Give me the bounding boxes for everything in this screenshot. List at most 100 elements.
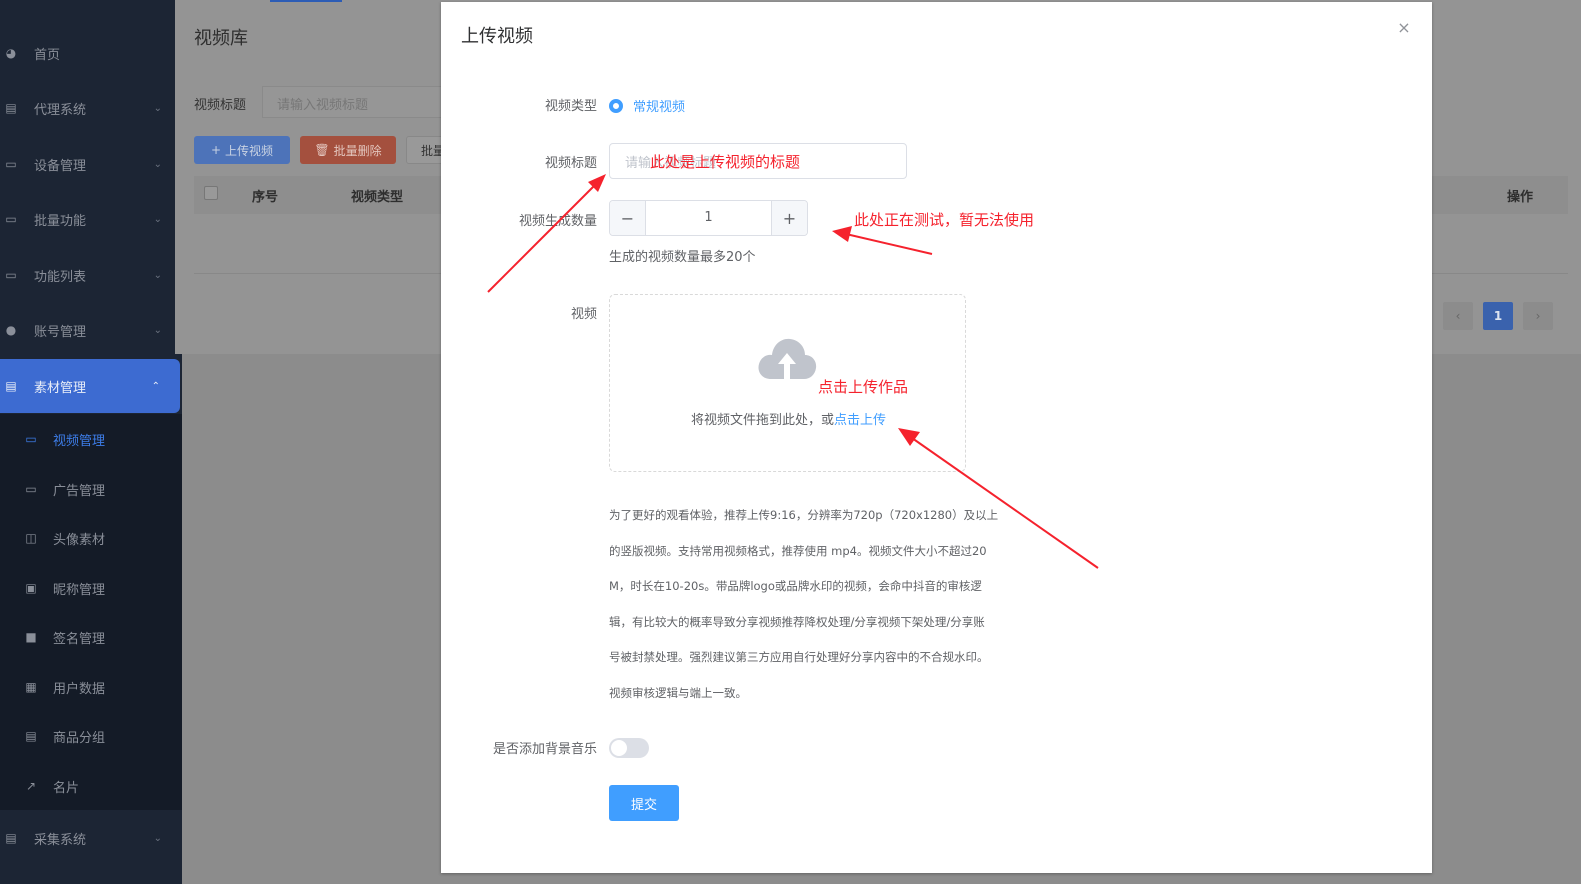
- video-label: 视频: [570, 307, 597, 322]
- dialog-title: 上传视频: [461, 26, 533, 47]
- decrement-button[interactable]: −: [610, 201, 646, 235]
- video-count-stepper[interactable]: − 1 +: [609, 200, 808, 236]
- sidebar-item-label: 账号管理: [34, 324, 87, 340]
- book-icon: ◫: [25, 531, 37, 545]
- video-type-label: 视频类型: [544, 99, 597, 114]
- tab-indicator: [270, 0, 342, 2]
- upload-video-button[interactable]: + 上传视频: [194, 136, 290, 164]
- text-box-icon: ■: [25, 630, 37, 644]
- sidebar-item-label: 采集系统: [34, 832, 87, 848]
- video-count-label: 视频生成数量: [518, 214, 597, 229]
- sidebar: ◕ 首页 ▤ 代理系统 ⌄ ▭ 设备管理 ⌄ ▭ 批量功能 ⌄ ▭ 功能列表 ⌄…: [0, 0, 182, 884]
- filter-label: 视频标题: [194, 98, 247, 113]
- video-upload-dropzone[interactable]: 将视频文件拖到此处，或点击上传: [609, 294, 966, 472]
- close-icon[interactable]: ×: [1396, 20, 1412, 36]
- select-all-checkbox[interactable]: [204, 186, 218, 200]
- sidebar-subitem-label: 名片: [53, 780, 80, 796]
- dashboard-icon: ◕: [5, 46, 17, 60]
- sidebar-item-function-list[interactable]: ▭ 功能列表 ⌄: [0, 249, 182, 301]
- sidebar-submenu: ▭ 视频管理 ▭ 广告管理 ◫ 头像素材 ▣ 昵称管理 ■ 签名管理 ▦ 用户数…: [0, 414, 182, 810]
- sidebar-subitem-signature-management[interactable]: ■ 签名管理: [0, 612, 182, 662]
- trash-icon: 🗑: [314, 143, 330, 157]
- sidebar-subitem-label: 头像素材: [53, 532, 106, 548]
- tip-line: 为了更好的观看体验，推荐上传9:16，分辨率为720p（720x1280）及以上: [609, 508, 999, 522]
- upload-video-dialog: 上传视频 × 视频类型 常规视频 视频标题 请输入视频标题 视频生成数量 − 1…: [441, 2, 1432, 873]
- sidebar-subitem-nickname-management[interactable]: ▣ 昵称管理: [0, 563, 182, 613]
- chart-monitor-icon: ▭: [5, 212, 17, 226]
- list-doc-icon: ▤: [25, 729, 37, 743]
- batch-delete-button[interactable]: 🗑 批量删除: [300, 136, 396, 164]
- video-type-option: 常规视频: [633, 100, 686, 115]
- sidebar-subitem-label: 昵称管理: [53, 582, 106, 598]
- table-icon: ▦: [25, 680, 37, 694]
- sidebar-item-label: 首页: [34, 47, 61, 63]
- chart-monitor-icon: ▭: [5, 268, 17, 282]
- batch-delete-button-label: 批量删除: [333, 143, 382, 158]
- upload-video-button-label: 上传视频: [225, 143, 274, 158]
- chevron-down-icon: ⌄: [153, 158, 162, 170]
- tip-line: M，时长在10-20s。带品牌logo或品牌水印的视频，会命中抖音的审核逻: [609, 579, 982, 594]
- monitor-icon: ▭: [25, 482, 37, 496]
- pagination-next-button[interactable]: ›: [1523, 302, 1553, 330]
- sidebar-item-batch-functions[interactable]: ▭ 批量功能 ⌄: [0, 193, 182, 245]
- column-header-type: 视频类型: [351, 190, 404, 205]
- sidebar-item-home[interactable]: ◕ 首页: [0, 27, 182, 79]
- sidebar-subitem-ad-management[interactable]: ▭ 广告管理: [0, 464, 182, 514]
- chevron-down-icon: ⌄: [153, 269, 162, 281]
- document-icon: ▤: [5, 101, 17, 115]
- sidebar-item-account-management[interactable]: ● 账号管理 ⌄: [0, 304, 182, 356]
- sidebar-item-material-management[interactable]: ▤ 素材管理 ⌃: [0, 359, 180, 413]
- increment-button[interactable]: +: [771, 201, 807, 235]
- tip-line: 视频审核逻辑与端上一致。: [609, 685, 747, 700]
- sidebar-item-agent-system[interactable]: ▤ 代理系统 ⌄: [0, 82, 182, 134]
- batch-button[interactable]: 批量: [406, 136, 446, 164]
- chevron-up-icon: ⌃: [151, 380, 160, 392]
- pagination-page-current[interactable]: 1: [1483, 302, 1513, 330]
- background-music-switch[interactable]: [609, 738, 649, 758]
- filter-title-input[interactable]: 请输入视频标题: [262, 86, 442, 118]
- column-header-index: 序号: [252, 190, 279, 205]
- sidebar-item-label: 批量功能: [34, 213, 87, 229]
- submit-button[interactable]: 提交: [609, 785, 679, 821]
- video-count-value[interactable]: 1: [646, 201, 771, 235]
- sidebar-subitem-label: 用户数据: [53, 681, 106, 697]
- video-type-radio[interactable]: 常规视频: [609, 96, 685, 115]
- tip-line: 辑，有比较大的概率导致分享视频推荐降权处理/分享视频下架处理/分享账: [609, 614, 985, 629]
- annotation-title-note: 此处是上传视频的标题: [650, 153, 801, 171]
- monitor-icon: ▭: [25, 432, 37, 446]
- sidebar-subitem-user-data[interactable]: ▦ 用户数据: [0, 662, 182, 712]
- annotation-count-note: 此处正在测试，暂无法使用: [854, 211, 1035, 229]
- sidebar-item-device-management[interactable]: ▭ 设备管理 ⌄: [0, 138, 182, 190]
- sidebar-item-collection-system[interactable]: ▤ 采集系统 ⌄: [0, 812, 182, 864]
- column-header-actions: 操作: [1507, 190, 1534, 205]
- id-card-icon: ▣: [25, 581, 37, 595]
- upload-instructions: 将视频文件拖到此处，或点击上传: [610, 409, 967, 428]
- pagination-prev-button[interactable]: ‹: [1443, 302, 1473, 330]
- sidebar-subitem-label: 视频管理: [53, 433, 106, 449]
- chevron-down-icon: ⌄: [153, 324, 162, 336]
- sidebar-subitem-business-card[interactable]: ↗ 名片: [0, 761, 182, 811]
- sidebar-item-label: 代理系统: [34, 102, 87, 118]
- upload-tip: 为了更好的观看体验，推荐上传9:16，分辨率为720p（720x1280）及以上…: [609, 498, 1009, 712]
- sidebar-subitem-avatar-material[interactable]: ◫ 头像素材: [0, 513, 182, 563]
- click-upload-link[interactable]: 点击上传: [834, 413, 886, 428]
- users-icon: ●: [5, 323, 17, 337]
- radio-checked-icon: [609, 98, 623, 113]
- video-count-hint: 生成的视频数量最多20个: [609, 250, 756, 265]
- document-icon: ▤: [5, 831, 17, 845]
- cloud-upload-icon: [758, 338, 817, 379]
- annotation-upload-note: 点击上传作品: [818, 378, 909, 396]
- sidebar-subitem-product-groups[interactable]: ▤ 商品分组: [0, 711, 182, 761]
- external-link-icon: ↗: [25, 779, 37, 793]
- document-icon: ▤: [5, 379, 17, 393]
- sidebar-item-label: 素材管理: [34, 380, 87, 396]
- sidebar-item-label: 设备管理: [34, 158, 87, 174]
- tip-line: 的竖版视频。支持常用视频格式，推荐使用 mp4。视频文件大小不超过20: [609, 543, 987, 558]
- background-music-label: 是否添加背景音乐: [492, 742, 597, 757]
- chevron-down-icon: ⌄: [153, 832, 162, 844]
- sidebar-item-label: 功能列表: [34, 269, 87, 285]
- switch-knob: [611, 740, 627, 756]
- sidebar-subitem-label: 广告管理: [53, 483, 106, 499]
- sidebar-subitem-video-management[interactable]: ▭ 视频管理: [0, 414, 182, 464]
- chevron-down-icon: ⌄: [153, 213, 162, 225]
